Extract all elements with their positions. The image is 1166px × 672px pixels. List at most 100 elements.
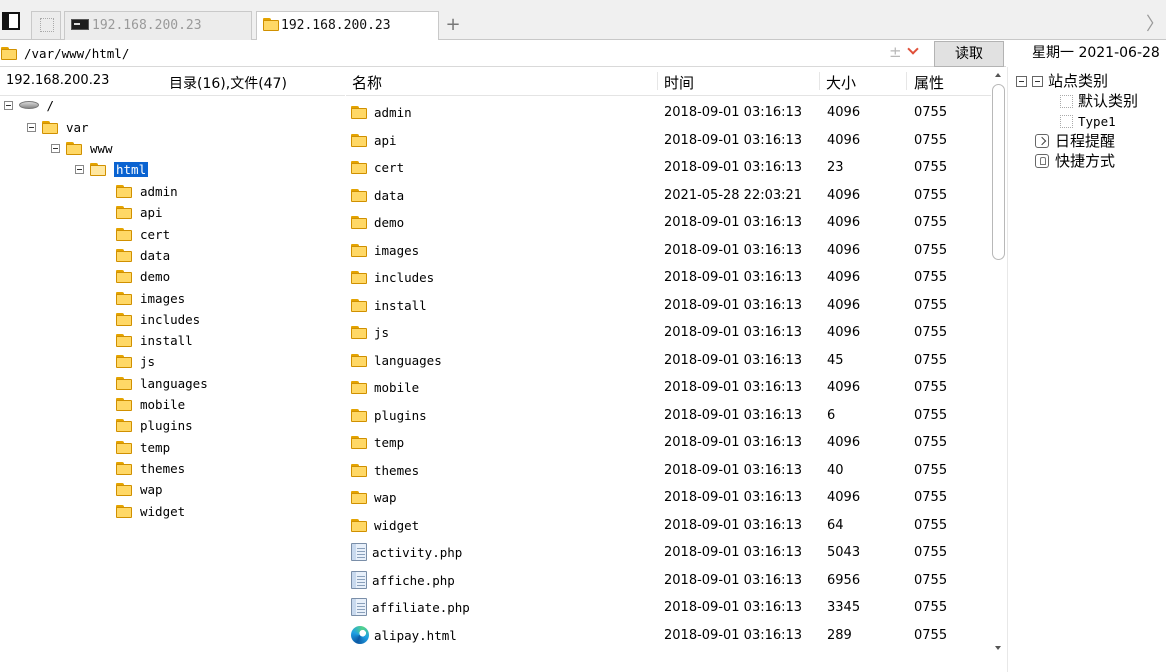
tree-node-label: wap xyxy=(140,482,163,498)
column-header-time[interactable]: 时间 xyxy=(664,72,820,92)
tree-node-admin[interactable]: admin xyxy=(116,182,178,202)
tab-terminal[interactable]: 192.168.200.23 xyxy=(64,11,252,40)
file-time: 2018-09-01 03:16:13 xyxy=(664,242,803,258)
column-header-attributes[interactable]: 属性 xyxy=(914,72,986,92)
path-input[interactable] xyxy=(24,42,864,64)
tree-node-www[interactable]: www xyxy=(51,139,113,159)
add-tab-icon[interactable]: + xyxy=(444,13,462,37)
read-button[interactable]: 读取 xyxy=(934,41,1004,67)
file-row[interactable]: admin 2018-09-01 03:16:13 4096 0755 xyxy=(346,99,991,126)
tree-node-label: temp xyxy=(140,439,171,455)
file-name: affiliate.php xyxy=(351,594,470,621)
file-row[interactable]: api 2018-09-01 03:16:13 4096 0755 xyxy=(346,127,991,154)
chevron-right-icon[interactable]: 〉 xyxy=(1146,10,1164,36)
file-size: 4096 xyxy=(827,435,861,450)
collapse-icon[interactable] xyxy=(1016,76,1027,87)
tab-file-manager[interactable]: 192.168.200.23 xyxy=(256,11,439,41)
tab-label: 192.168.200.23 xyxy=(92,18,202,33)
file-attributes: 0755 xyxy=(914,297,948,313)
file-row[interactable]: widget 2018-09-01 03:16:13 64 0755 xyxy=(346,512,991,539)
tree-node-includes[interactable]: includes xyxy=(116,310,200,330)
tree-node-mobile[interactable]: mobile xyxy=(116,395,185,415)
chevron-down-icon[interactable] xyxy=(907,43,919,55)
file-time: 2018-09-01 03:16:13 xyxy=(664,462,803,478)
tree-node-temp[interactable]: temp xyxy=(116,438,170,458)
file-attributes: 0755 xyxy=(914,187,948,203)
folder-icon xyxy=(351,298,369,312)
file-row[interactable]: languages 2018-09-01 03:16:13 45 0755 xyxy=(346,347,991,374)
schedule-node[interactable]: 日程提醒 xyxy=(1035,132,1115,152)
file-name-text: languages xyxy=(374,352,442,368)
shortcuts-node[interactable]: 快捷方式 xyxy=(1035,152,1115,172)
file-row[interactable]: plugins 2018-09-01 03:16:13 6 0755 xyxy=(346,402,991,429)
file-row[interactable]: mobile 2018-09-01 03:16:13 4096 0755 xyxy=(346,374,991,401)
column-header-size[interactable]: 大小 xyxy=(826,72,907,92)
tree-node-html[interactable]: html xyxy=(75,160,149,180)
file-time: 2018-09-01 03:16:13 xyxy=(664,297,803,313)
file-row[interactable]: alipay.html 2018-09-01 03:16:13 289 0755 xyxy=(346,622,991,649)
type1-node[interactable]: Type1 xyxy=(1060,112,1116,132)
file-name: plugins xyxy=(351,402,427,429)
file-time: 2018-09-01 03:16:13 xyxy=(664,600,803,615)
shortcuts-label: 快捷方式 xyxy=(1055,152,1116,170)
scroll-thumb[interactable] xyxy=(992,84,1005,260)
tree-node-cert[interactable]: cert xyxy=(116,225,170,245)
plus-minus-icon[interactable]: ± xyxy=(889,43,902,61)
file-row[interactable]: js 2018-09-01 03:16:13 4096 0755 xyxy=(346,319,991,346)
folder-icon xyxy=(351,463,369,477)
folder-icon xyxy=(351,436,369,449)
file-row[interactable]: activity.php 2018-09-01 03:16:13 5043 0755 xyxy=(346,539,991,566)
browser-file-icon xyxy=(351,625,369,644)
file-name: temp xyxy=(351,429,404,456)
file-row[interactable]: data 2021-05-28 22:03:21 4096 0755 xyxy=(346,182,991,209)
file-name-text: temp xyxy=(374,435,405,450)
tree-node-root[interactable]: / xyxy=(4,96,54,116)
file-row[interactable]: includes 2018-09-01 03:16:13 4096 0755 xyxy=(346,264,991,291)
file-row[interactable]: temp 2018-09-01 03:16:13 4096 0755 xyxy=(346,429,991,456)
file-row[interactable]: install 2018-09-01 03:16:13 4096 0755 xyxy=(346,292,991,319)
tab-blank[interactable] xyxy=(31,11,61,39)
tree-node-var[interactable]: var xyxy=(27,118,89,138)
file-row[interactable]: affiliate.php 2018-09-01 03:16:13 3345 0755 xyxy=(346,594,991,621)
tree-node-languages[interactable]: languages xyxy=(116,374,208,394)
site-category-node[interactable]: 站点类别 xyxy=(1016,72,1108,92)
file-row[interactable]: themes 2018-09-01 03:16:13 40 0755 xyxy=(346,457,991,484)
tree-header: 192.168.200.23 目录(16),文件(47) xyxy=(0,67,345,96)
file-name-text: mobile xyxy=(374,380,420,395)
collapse-icon[interactable] xyxy=(4,101,13,110)
file-row[interactable]: cert 2018-09-01 03:16:13 23 0755 xyxy=(346,154,991,181)
folder-icon xyxy=(116,440,134,454)
tree-node-api[interactable]: api xyxy=(116,203,163,223)
file-row[interactable]: wap 2018-09-01 03:16:13 4096 0755 xyxy=(346,484,991,511)
file-size: 64 xyxy=(827,517,844,533)
tree-node-label: www xyxy=(90,141,113,156)
tree-node-wap[interactable]: wap xyxy=(116,480,163,500)
default-category-node[interactable]: 默认类别 xyxy=(1060,92,1138,112)
tree-node-js[interactable]: js xyxy=(116,352,155,372)
file-time: 2018-09-01 03:16:13 xyxy=(664,627,803,643)
panel-toggle-icon[interactable] xyxy=(2,12,20,30)
tree-node-install[interactable]: install xyxy=(116,331,193,351)
file-row[interactable]: demo 2018-09-01 03:16:13 4096 0755 xyxy=(346,209,991,236)
tree-node-widget[interactable]: widget xyxy=(116,502,185,522)
file-row[interactable]: images 2018-09-01 03:16:13 4096 0755 xyxy=(346,237,991,264)
collapse-icon[interactable] xyxy=(27,123,36,132)
file-attributes: 0755 xyxy=(914,407,948,423)
tree-node-demo[interactable]: demo xyxy=(116,267,170,287)
collapse-icon[interactable] xyxy=(51,144,60,153)
scroll-up-arrow-icon[interactable] xyxy=(995,73,1001,77)
scroll-down-arrow-icon[interactable] xyxy=(995,646,1001,650)
folder-icon xyxy=(351,326,369,339)
vertical-scrollbar[interactable] xyxy=(991,67,1006,657)
folder-icon xyxy=(116,334,134,348)
folder-icon xyxy=(116,185,134,198)
file-row[interactable]: affiche.php 2018-09-01 03:16:13 6956 0755 xyxy=(346,567,991,594)
column-header-name[interactable]: 名称 xyxy=(352,72,658,92)
tree-node-themes[interactable]: themes xyxy=(116,459,185,479)
tree-node-data[interactable]: data xyxy=(116,246,170,266)
tree-node-images[interactable]: images xyxy=(116,289,185,309)
tree-node-plugins[interactable]: plugins xyxy=(116,416,193,436)
tree-node-label: mobile xyxy=(140,397,186,412)
collapse-icon[interactable] xyxy=(75,165,84,174)
file-name: api xyxy=(351,127,397,154)
